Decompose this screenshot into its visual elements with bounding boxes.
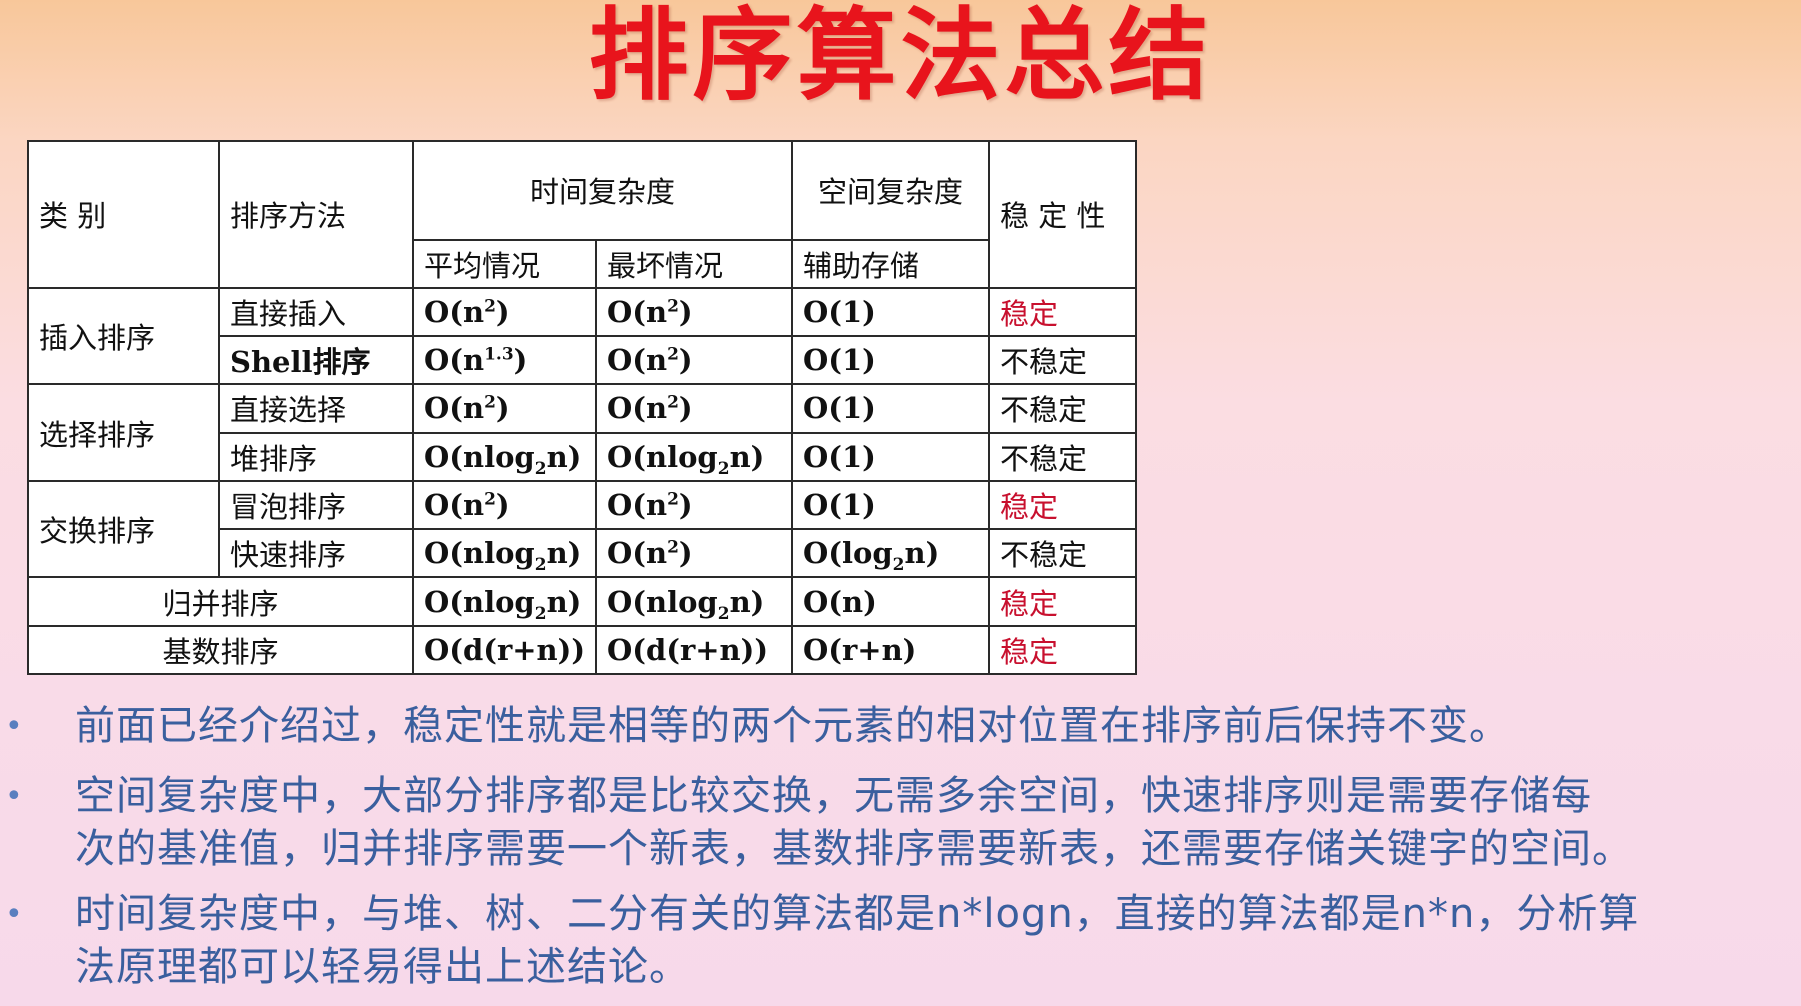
- table-row: 交换排序 冒泡排序 O(n2) O(n2) O(1) 稳定: [27, 479, 1138, 579]
- note-line: 法原理都可以轻易得出上述结论。: [75, 944, 690, 990]
- table-row: 基数排序 O(d(r+n)) O(d(r+n)) O(r+n) 稳定: [27, 624, 1138, 676]
- header-row: 类 别 排序方法 时间复杂度 空间复杂度 稳 定 性: [27, 140, 1138, 289]
- bullet-icon: •: [5, 779, 24, 814]
- log-base: 2: [892, 555, 905, 576]
- group-exchange: 交换排序: [27, 479, 220, 579]
- space-cell: O(1): [791, 383, 991, 434]
- method-cell: 直接插入: [218, 286, 414, 338]
- stability-cell: 稳定: [988, 624, 1138, 676]
- method-cell: 基数排序: [27, 624, 414, 676]
- header-method: 排序方法: [218, 140, 414, 289]
- stability-cell: 稳定: [988, 479, 1138, 531]
- header-space-complexity: 空间复杂度: [791, 140, 991, 241]
- space-cell: O(1): [791, 335, 991, 386]
- worst-cell: O(n2): [594, 335, 794, 386]
- avg-cell: O(nlog2n): [412, 576, 597, 627]
- space-cell: O(r+n): [791, 624, 991, 676]
- worst-cell: O(n2): [594, 479, 794, 531]
- table-row: 归并排序 O(nlog2n) O(nlog2n) O(n) 稳定: [27, 576, 1138, 627]
- log-base: 2: [534, 555, 547, 576]
- header-average: 平均情况: [412, 238, 597, 289]
- method-cell: 堆排序: [218, 431, 414, 482]
- avg-cell: O(d(r+n)): [412, 624, 597, 676]
- log-base: 2: [534, 458, 547, 479]
- note-item: • 前面已经介绍过，稳定性就是相等的两个元素的相对位置在排序前后保持不变。: [5, 700, 1795, 753]
- stability-cell: 稳定: [988, 576, 1138, 627]
- exponent: 2: [484, 296, 496, 317]
- space-cell: O(1): [791, 479, 991, 531]
- stability-cell: 不稳定: [988, 431, 1138, 482]
- stability-cell: 不稳定: [988, 383, 1138, 434]
- worst-cell: O(n2): [594, 383, 794, 434]
- table-row: 选择排序 直接选择 O(n2) O(n2) O(1) 不稳定: [27, 383, 1138, 482]
- avg-cell: O(nlog2n): [412, 528, 597, 579]
- header-category: 类 别: [27, 140, 220, 289]
- page-title: 排序算法总结: [588, 0, 1213, 114]
- header-auxiliary: 辅助存储: [791, 238, 991, 289]
- sorting-summary-table: 类 别 排序方法 时间复杂度 空间复杂度 稳 定 性 平均情况 最坏情况 辅助存…: [27, 140, 1138, 676]
- note-line: 次的基准值，归并排序需要一个新表，基数排序需要新表，还需要存储关键字的空间。: [75, 826, 1633, 872]
- space-cell: O(log2n): [791, 528, 991, 579]
- bullet-icon: •: [5, 709, 24, 744]
- header-time-complexity: 时间复杂度: [411, 140, 794, 241]
- bullet-icon: •: [5, 897, 24, 932]
- note-line: 空间复杂度中，大部分排序都是比较交换，无需多余空间，快速排序则是需要存储每: [75, 773, 1592, 819]
- exponent: 2: [667, 296, 679, 317]
- log-base: 2: [534, 603, 547, 624]
- exponent: 2: [667, 344, 679, 365]
- header-stability: 稳 定 性: [988, 140, 1138, 289]
- method-cell: 直接选择: [218, 383, 414, 434]
- note-item: • 空间复杂度中，大部分排序都是比较交换，无需多余空间，快速排序则是需要存储每 …: [5, 770, 1795, 876]
- exponent: 1.3: [484, 344, 514, 365]
- group-selection: 选择排序: [27, 383, 220, 482]
- log-base: 2: [717, 603, 730, 624]
- worst-cell: O(nlog2n): [594, 431, 794, 482]
- log-base: 2: [717, 458, 730, 479]
- space-cell: O(1): [791, 431, 991, 482]
- method-cell: 归并排序: [27, 576, 414, 627]
- exponent: 2: [484, 489, 496, 510]
- table-row: 插入排序 直接插入 O(n2) O(n2) O(1) 稳定: [27, 286, 1138, 386]
- worst-cell: O(n2): [594, 528, 794, 579]
- stability-cell: 不稳定: [988, 335, 1138, 386]
- avg-cell: O(nlog2n): [412, 431, 597, 482]
- space-cell: O(n): [791, 576, 991, 627]
- exponent: 2: [484, 392, 496, 413]
- note-line: 前面已经介绍过，稳定性就是相等的两个元素的相对位置在排序前后保持不变。: [75, 703, 1510, 749]
- worst-cell: O(n2): [594, 286, 794, 338]
- space-cell: O(1): [791, 286, 991, 338]
- stability-cell: 不稳定: [988, 528, 1138, 579]
- avg-cell: O(n1.3): [412, 335, 597, 386]
- header-worst: 最坏情况: [594, 238, 794, 289]
- method-cell: 快速排序: [218, 528, 414, 579]
- method-cell: 冒泡排序: [218, 479, 414, 531]
- worst-cell: O(d(r+n)): [594, 624, 794, 676]
- note-item: • 时间复杂度中，与堆、树、二分有关的算法都是n*logn，直接的算法都是n*n…: [5, 888, 1795, 994]
- note-line: 时间复杂度中，与堆、树、二分有关的算法都是n*logn，直接的算法都是n*n，分…: [75, 891, 1640, 937]
- stability-cell: 稳定: [988, 286, 1138, 338]
- group-insertion: 插入排序: [27, 286, 220, 386]
- exponent: 2: [667, 489, 679, 510]
- worst-cell: O(nlog2n): [594, 576, 794, 627]
- method-cell: Shell排序: [218, 335, 414, 386]
- avg-cell: O(n2): [412, 383, 597, 434]
- exponent: 2: [667, 392, 679, 413]
- avg-cell: O(n2): [412, 286, 597, 338]
- exponent: 2: [667, 537, 679, 558]
- avg-cell: O(n2): [412, 479, 597, 531]
